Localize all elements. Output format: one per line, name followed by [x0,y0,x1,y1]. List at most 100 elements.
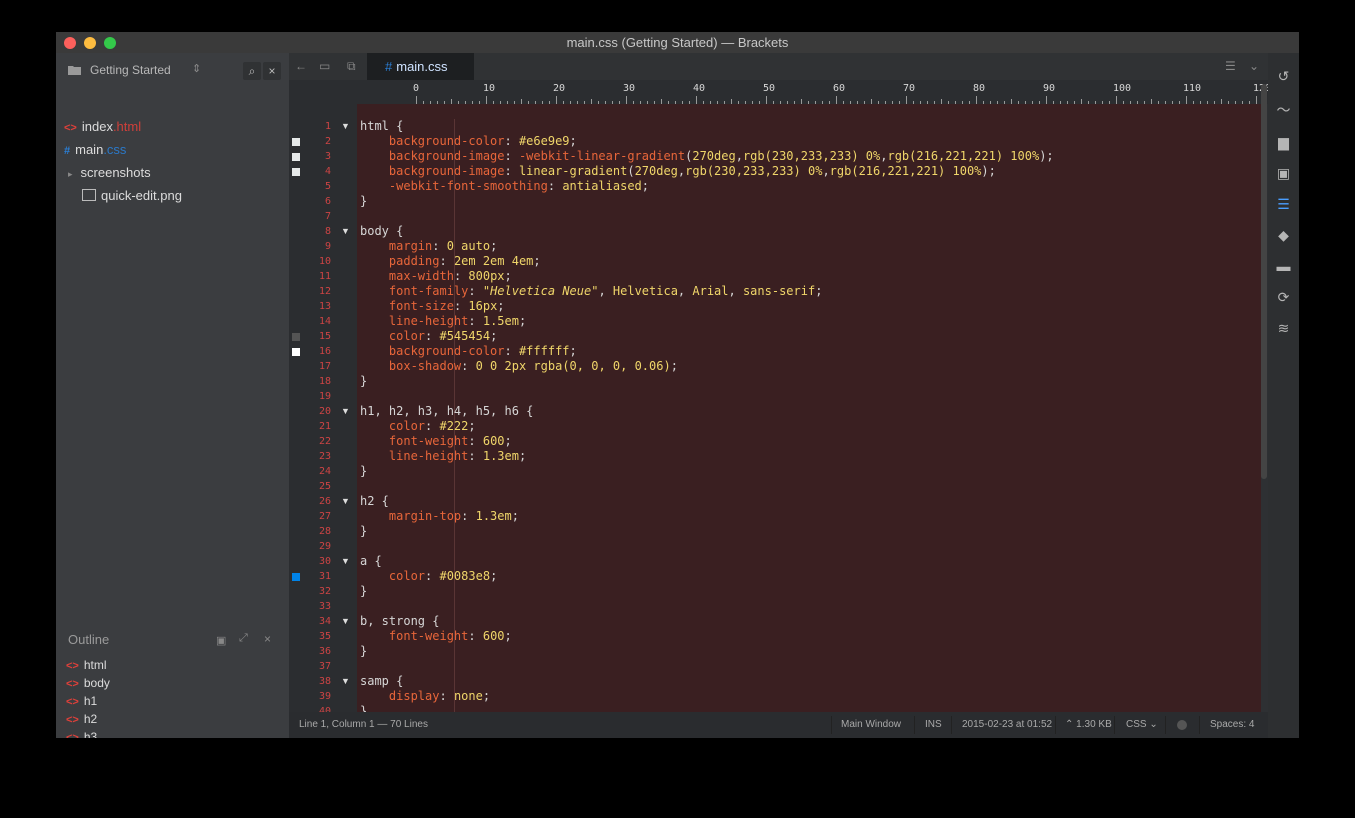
right-toolbar: ↺ 〜 ▆ ▣ ☰ ◆ ▬ ⟳ ≋ [1268,53,1299,738]
line-number: 36 [318,646,331,657]
linter-status-icon[interactable] [1177,720,1187,730]
editor-area: ← ▭ ⧉ # main.css ☰ ⌄ 0 10 20 30 40 50 60 70 80 90 1… [289,53,1271,738]
color-swatch-marker[interactable] [292,573,300,581]
fold-toggle-icon[interactable]: ▼ [341,676,350,686]
fold-toggle-icon[interactable]: ▼ [341,226,350,236]
terminal-panel-icon[interactable]: ▣ [1274,164,1293,183]
line-number: 4 [324,166,331,177]
code-line: max-width: 800px; [388,269,512,283]
title-bar: main.css (Getting Started) — Brackets [56,32,1299,53]
line-number: 31 [318,571,331,582]
ruler-tick [486,96,487,104]
fold-toggle-icon[interactable]: ▼ [341,556,350,566]
color-swatch-marker[interactable] [292,153,300,161]
line-number: 16 [318,346,331,357]
color-swatch-marker[interactable] [292,348,300,356]
folder-icon [68,66,81,75]
ruler-tick [976,96,977,104]
search-icon[interactable]: ⌕ [243,62,261,80]
line-number: 6 [324,196,331,207]
outline-item-h3[interactable]: <> h3 [66,730,97,738]
code-line: h1, h2, h3, h4, h5, h6 { [360,404,534,418]
tab-main-css[interactable]: # main.css [367,53,474,80]
insert-mode-toggle[interactable]: INS [925,719,942,730]
project-caret-icon[interactable]: ⇕ [192,62,201,75]
outline-item-body[interactable]: <> body [66,676,110,694]
close-icon[interactable]: × [263,62,281,80]
color-swatch-marker[interactable] [292,333,300,341]
line-number: 37 [318,661,331,672]
ruler-tick [1256,96,1257,104]
code-line: background-image: -webkit-linear-gradien… [388,149,1054,163]
outline-item-h2[interactable]: <> h2 [66,712,97,730]
tag-icon: <> [66,732,79,738]
code-line: samp { [360,674,404,688]
code-line: } [360,584,368,598]
file-main-css[interactable]: # main.css [64,142,126,162]
fold-toggle-icon[interactable]: ▼ [341,496,350,506]
fold-toggle-icon[interactable]: ▼ [341,616,350,626]
file-index-html[interactable]: <> index.html [64,119,141,139]
line-number: 10 [318,256,331,267]
project-dropdown[interactable]: Getting Started [90,63,171,77]
lego-icon[interactable]: ▆ [1274,133,1293,152]
line-number: 35 [318,631,331,642]
outline-expand-icon[interactable]: ⤢ [239,632,248,645]
chevron-down-icon[interactable]: ⌄ [1249,59,1259,73]
indent-spaces[interactable]: Spaces: 4 [1210,719,1254,730]
divider [1055,716,1056,734]
copy-icon[interactable]: ⧉ [347,59,356,74]
fold-toggle-icon[interactable]: ▼ [341,121,350,131]
ruler-tick [906,96,907,104]
css-file-icon: # [64,145,71,157]
code-line: background-color: #e6e9e9; [388,134,577,148]
layers-icon[interactable]: ≋ [1274,319,1293,338]
live-preview-icon[interactable]: ↺ [1274,67,1293,86]
line-number: 20 [318,406,331,417]
code-line: b, strong { [360,614,440,628]
code-line: color: #222; [388,419,476,433]
folder-collapse-icon[interactable]: ▸ [68,169,73,179]
language-select[interactable]: CSS ⌄ [1126,719,1158,730]
fold-toggle-icon[interactable]: ▼ [341,406,350,416]
line-number: 27 [318,511,331,522]
line-number: 21 [318,421,331,432]
console-icon[interactable]: ▬ [1274,257,1293,276]
ruler-tick [416,96,417,104]
sync-icon[interactable]: ⟳ [1274,288,1293,307]
color-swatch-marker[interactable] [292,138,300,146]
ruler-label: 40 [693,83,706,94]
git-icon[interactable]: ◆ [1274,226,1293,245]
outline-title: Outline [68,632,110,647]
ruler-tick [696,96,697,104]
split-view-icon[interactable]: ▭ [319,59,330,73]
line-number: 39 [318,691,331,702]
code-line: a { [360,554,382,568]
line-number: 25 [318,481,331,492]
back-icon[interactable]: ← [295,59,307,73]
line-number: 3 [324,151,331,162]
css-file-icon: # [385,59,393,74]
outline-sort-icon[interactable]: ▣ [216,634,226,647]
outline-item-html[interactable]: <> html [66,658,107,676]
folder-screenshots[interactable]: ▸ screenshots [64,165,151,185]
code-line: background-image: linear-gradient(270deg… [388,164,996,178]
editor-scrollbar[interactable] [1261,84,1267,479]
line-number: 12 [318,286,331,297]
divider [1165,716,1166,734]
code-editor[interactable]: html { background-color: #e6e9e9; backgr… [357,104,1261,712]
code-line: } [360,464,368,478]
code-line: } [360,524,368,538]
pane-menu-icon[interactable]: ☰ [1225,59,1236,73]
line-number: 26 [318,496,331,507]
outline-close-icon[interactable]: × [264,632,271,646]
outline-panel-icon[interactable]: ☰ [1274,195,1293,214]
file-quick-edit-png[interactable]: quick-edit.png [82,188,182,208]
ruler-label: 60 [833,83,846,94]
divider [1114,716,1115,734]
extension-manager-icon[interactable]: 〜 [1274,101,1293,120]
main-window-indicator[interactable]: Main Window [841,719,901,730]
outline-item-h1[interactable]: <> h1 [66,694,97,712]
color-swatch-marker[interactable] [292,168,300,176]
code-line: font-weight: 600; [388,434,512,448]
